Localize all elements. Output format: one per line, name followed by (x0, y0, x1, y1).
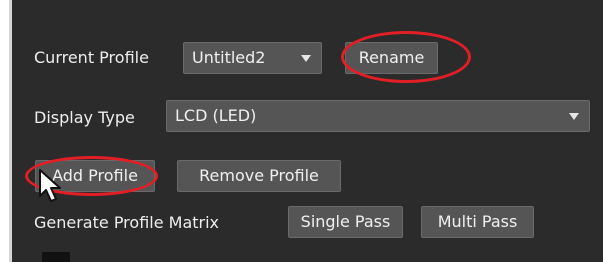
display-type-label: Display Type (34, 108, 135, 127)
single-pass-button[interactable]: Single Pass (288, 206, 403, 238)
current-profile-label: Current Profile (34, 48, 149, 67)
display-type-value: LCD (LED) (175, 106, 257, 125)
chevron-down-icon (569, 113, 579, 120)
current-profile-value: Untitled2 (192, 48, 266, 67)
panel-edge-block (42, 252, 70, 262)
current-profile-dropdown[interactable]: Untitled2 (183, 42, 322, 74)
display-type-dropdown[interactable]: LCD (LED) (166, 100, 590, 132)
rename-button[interactable]: Rename (345, 42, 438, 74)
generate-profile-matrix-label: Generate Profile Matrix (34, 213, 220, 232)
profile-settings-panel: Current Profile Untitled2 Rename Display… (9, 0, 603, 262)
chevron-down-icon (301, 55, 311, 62)
multi-pass-button[interactable]: Multi Pass (421, 206, 534, 238)
add-profile-button[interactable]: Add Profile (35, 160, 155, 192)
remove-profile-button[interactable]: Remove Profile (177, 160, 341, 192)
